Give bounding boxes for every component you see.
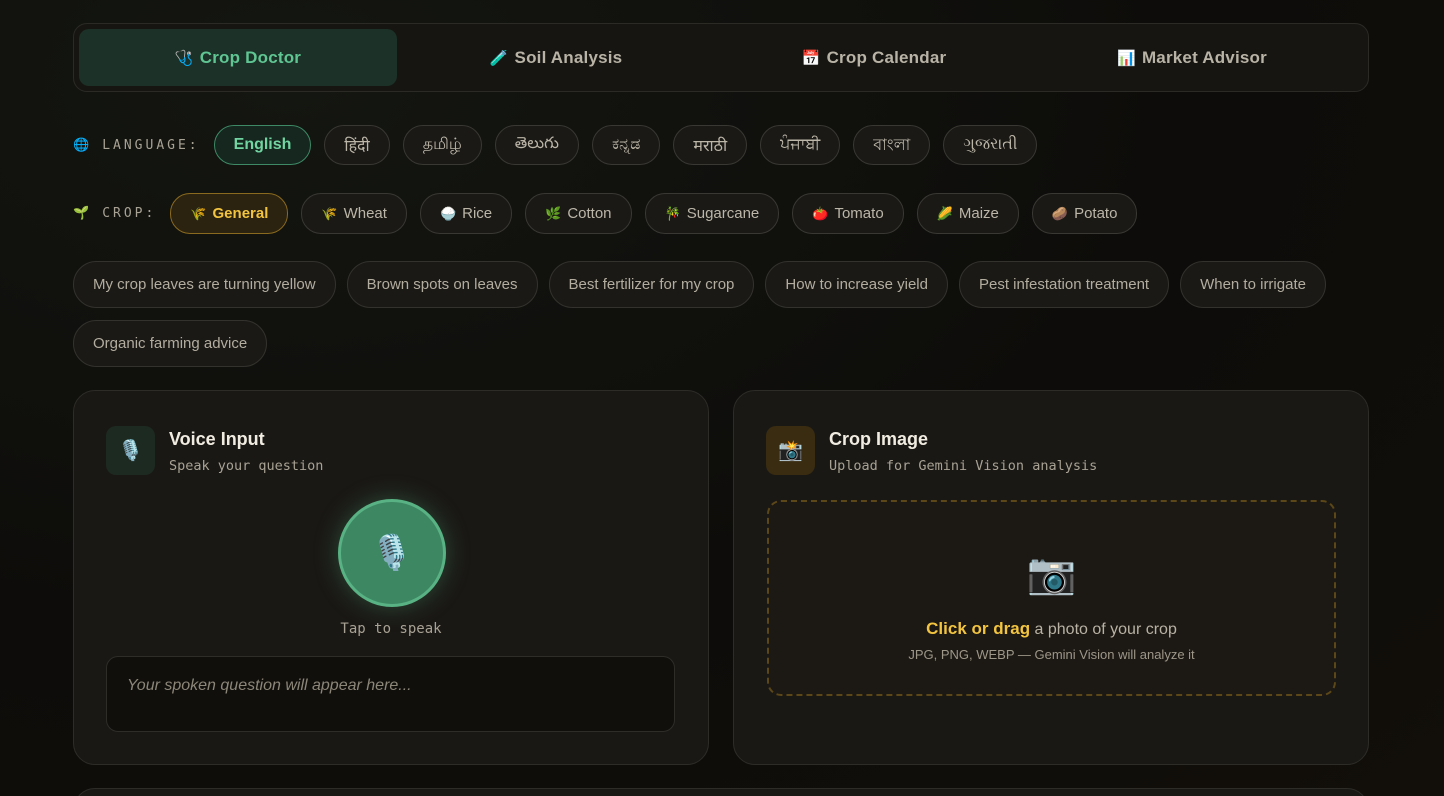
- crop-option-sugarcane[interactable]: 🎋 Sugarcane: [644, 193, 780, 234]
- next-card-edge: [73, 788, 1369, 796]
- dropzone-hint: JPG, PNG, WEBP — Gemini Vision will anal…: [908, 647, 1195, 662]
- crop-option-label: Tomato: [834, 205, 884, 222]
- tab-label: Market Advisor: [1141, 47, 1267, 67]
- calendar-icon: 📅: [801, 49, 821, 67]
- dropzone-rest: a photo of your crop: [1030, 621, 1177, 638]
- tab-crop-doctor[interactable]: 🩺 Crop Doctor: [79, 29, 397, 86]
- voice-card-header: 🎙️ Voice Input Speak your question: [106, 426, 323, 475]
- image-card-subtitle: Upload for Gemini Vision analysis: [829, 458, 1098, 474]
- record-button[interactable]: 🎙️: [338, 499, 446, 607]
- voice-input-card: 🎙️ Voice Input Speak your question 🎙️ Ta…: [73, 390, 709, 765]
- crop-option-rice[interactable]: 🍚 Rice: [419, 193, 513, 234]
- crop-image-card: 📸 Crop Image Upload for Gemini Vision an…: [733, 390, 1369, 765]
- tab-market-advisor[interactable]: 📊 Market Advisor: [1033, 29, 1351, 86]
- suggestion-chip[interactable]: Pest infestation treatment: [958, 261, 1170, 308]
- tab-soil-analysis[interactable]: 🧪 Soil Analysis: [397, 29, 715, 86]
- image-card-title: Crop Image: [829, 429, 929, 449]
- tomato-icon: 🍅: [812, 205, 829, 221]
- language-option-gujarati[interactable]: ગુજરાતી: [943, 125, 1038, 165]
- globe-icon: 🌐: [73, 137, 93, 153]
- language-option-marathi[interactable]: मराठी: [673, 125, 748, 165]
- test-tube-icon: 🧪: [489, 49, 509, 67]
- language-option-tamil[interactable]: தமிழ்: [402, 125, 482, 165]
- tab-label: Crop Doctor: [199, 47, 302, 67]
- crop-option-tomato[interactable]: 🍅 Tomato: [792, 193, 904, 234]
- image-card-header: 📸 Crop Image Upload for Gemini Vision an…: [766, 426, 1097, 475]
- suggestion-chip[interactable]: Brown spots on leaves: [346, 261, 538, 308]
- language-option-bengali[interactable]: বাংলা: [853, 125, 931, 165]
- suggestion-chip[interactable]: My crop leaves are turning yellow: [73, 261, 336, 308]
- stethoscope-icon: 🩺: [174, 49, 194, 67]
- voice-card-subtitle: Speak your question: [169, 458, 324, 474]
- herb-icon: 🌿: [545, 205, 562, 221]
- language-label: 🌐 LANGUAGE:: [73, 138, 200, 153]
- crop-option-label: Rice: [462, 205, 493, 222]
- crop-option-label: General: [212, 205, 269, 222]
- main-tabs: 🩺 Crop Doctor 🧪 Soil Analysis 📅 Crop Cal…: [73, 23, 1369, 92]
- crop-selector: 🌱 CROP: 🌾 General 🌾 Wheat 🍚 Rice 🌿 Cotto…: [73, 193, 1150, 234]
- camera-flash-icon: 📸: [766, 426, 815, 475]
- image-dropzone[interactable]: 📷 Click or drag a photo of your crop JPG…: [767, 500, 1336, 696]
- crop-option-label: Maize: [958, 205, 999, 222]
- rice-icon: 🍚: [439, 205, 457, 221]
- crop-option-label: Potato: [1074, 205, 1118, 222]
- seedling-icon: 🌱: [73, 206, 93, 221]
- suggestion-chip[interactable]: When to irrigate: [1180, 261, 1326, 308]
- tab-crop-calendar[interactable]: 📅 Crop Calendar: [715, 29, 1033, 86]
- language-label-text: LANGUAGE:: [102, 137, 200, 153]
- suggestion-chip[interactable]: Organic farming advice: [73, 320, 268, 367]
- crop-option-general[interactable]: 🌾 General: [170, 193, 289, 234]
- tab-label: Soil Analysis: [514, 47, 623, 67]
- language-option-kannada[interactable]: ಕನ್ನಡ: [591, 125, 661, 165]
- bar-chart-icon: 📊: [1117, 49, 1136, 67]
- wheat-icon: 🌾: [321, 205, 338, 221]
- language-option-telugu[interactable]: తెలుగు: [494, 125, 579, 165]
- language-option-punjabi[interactable]: ਪੰਜਾਬੀ: [760, 125, 841, 165]
- microphone-icon: 🎙️: [106, 426, 155, 475]
- crop-option-label: Sugarcane: [686, 205, 760, 222]
- language-option-hindi[interactable]: हिंदी: [324, 125, 390, 165]
- crop-label-text: CROP:: [102, 206, 157, 221]
- app-container: 🩺 Crop Doctor 🧪 Soil Analysis 📅 Crop Cal…: [73, 23, 1369, 765]
- camera-icon: 📷: [1026, 552, 1077, 596]
- tab-label: Crop Calendar: [826, 47, 947, 67]
- transcript-field[interactable]: Your spoken question will appear here...: [106, 656, 675, 732]
- dropzone-action: Click or drag: [926, 619, 1031, 638]
- wheat-icon: 🌾: [190, 205, 207, 221]
- language-selector: 🌐 LANGUAGE: English हिंदी தமிழ் తెలుగు ಕ…: [73, 125, 1050, 165]
- suggestion-chip[interactable]: Best fertilizer for my crop: [548, 261, 755, 308]
- crop-option-maize[interactable]: 🌽 Maize: [916, 193, 1019, 234]
- dropzone-text: Click or drag a photo of your crop: [926, 619, 1177, 639]
- microphone-icon: 🎙️: [370, 534, 414, 572]
- crop-option-wheat[interactable]: 🌾 Wheat: [301, 193, 407, 234]
- crop-option-cotton[interactable]: 🌿 Cotton: [525, 193, 632, 234]
- corn-icon: 🌽: [936, 205, 953, 221]
- suggestion-chip[interactable]: How to increase yield: [765, 261, 948, 308]
- tap-to-speak-label: Tap to speak: [340, 621, 442, 637]
- bamboo-icon: 🎋: [664, 205, 681, 221]
- crop-option-label: Wheat: [343, 205, 387, 222]
- voice-card-title: Voice Input: [169, 429, 265, 449]
- crop-label: 🌱 CROP:: [73, 206, 156, 221]
- crop-option-potato[interactable]: 🥔 Potato: [1031, 193, 1138, 234]
- suggested-questions: My crop leaves are turning yellow Brown …: [73, 261, 1369, 367]
- potato-icon: 🥔: [1051, 205, 1069, 221]
- crop-option-label: Cotton: [567, 205, 612, 222]
- language-option-english[interactable]: English: [213, 125, 312, 165]
